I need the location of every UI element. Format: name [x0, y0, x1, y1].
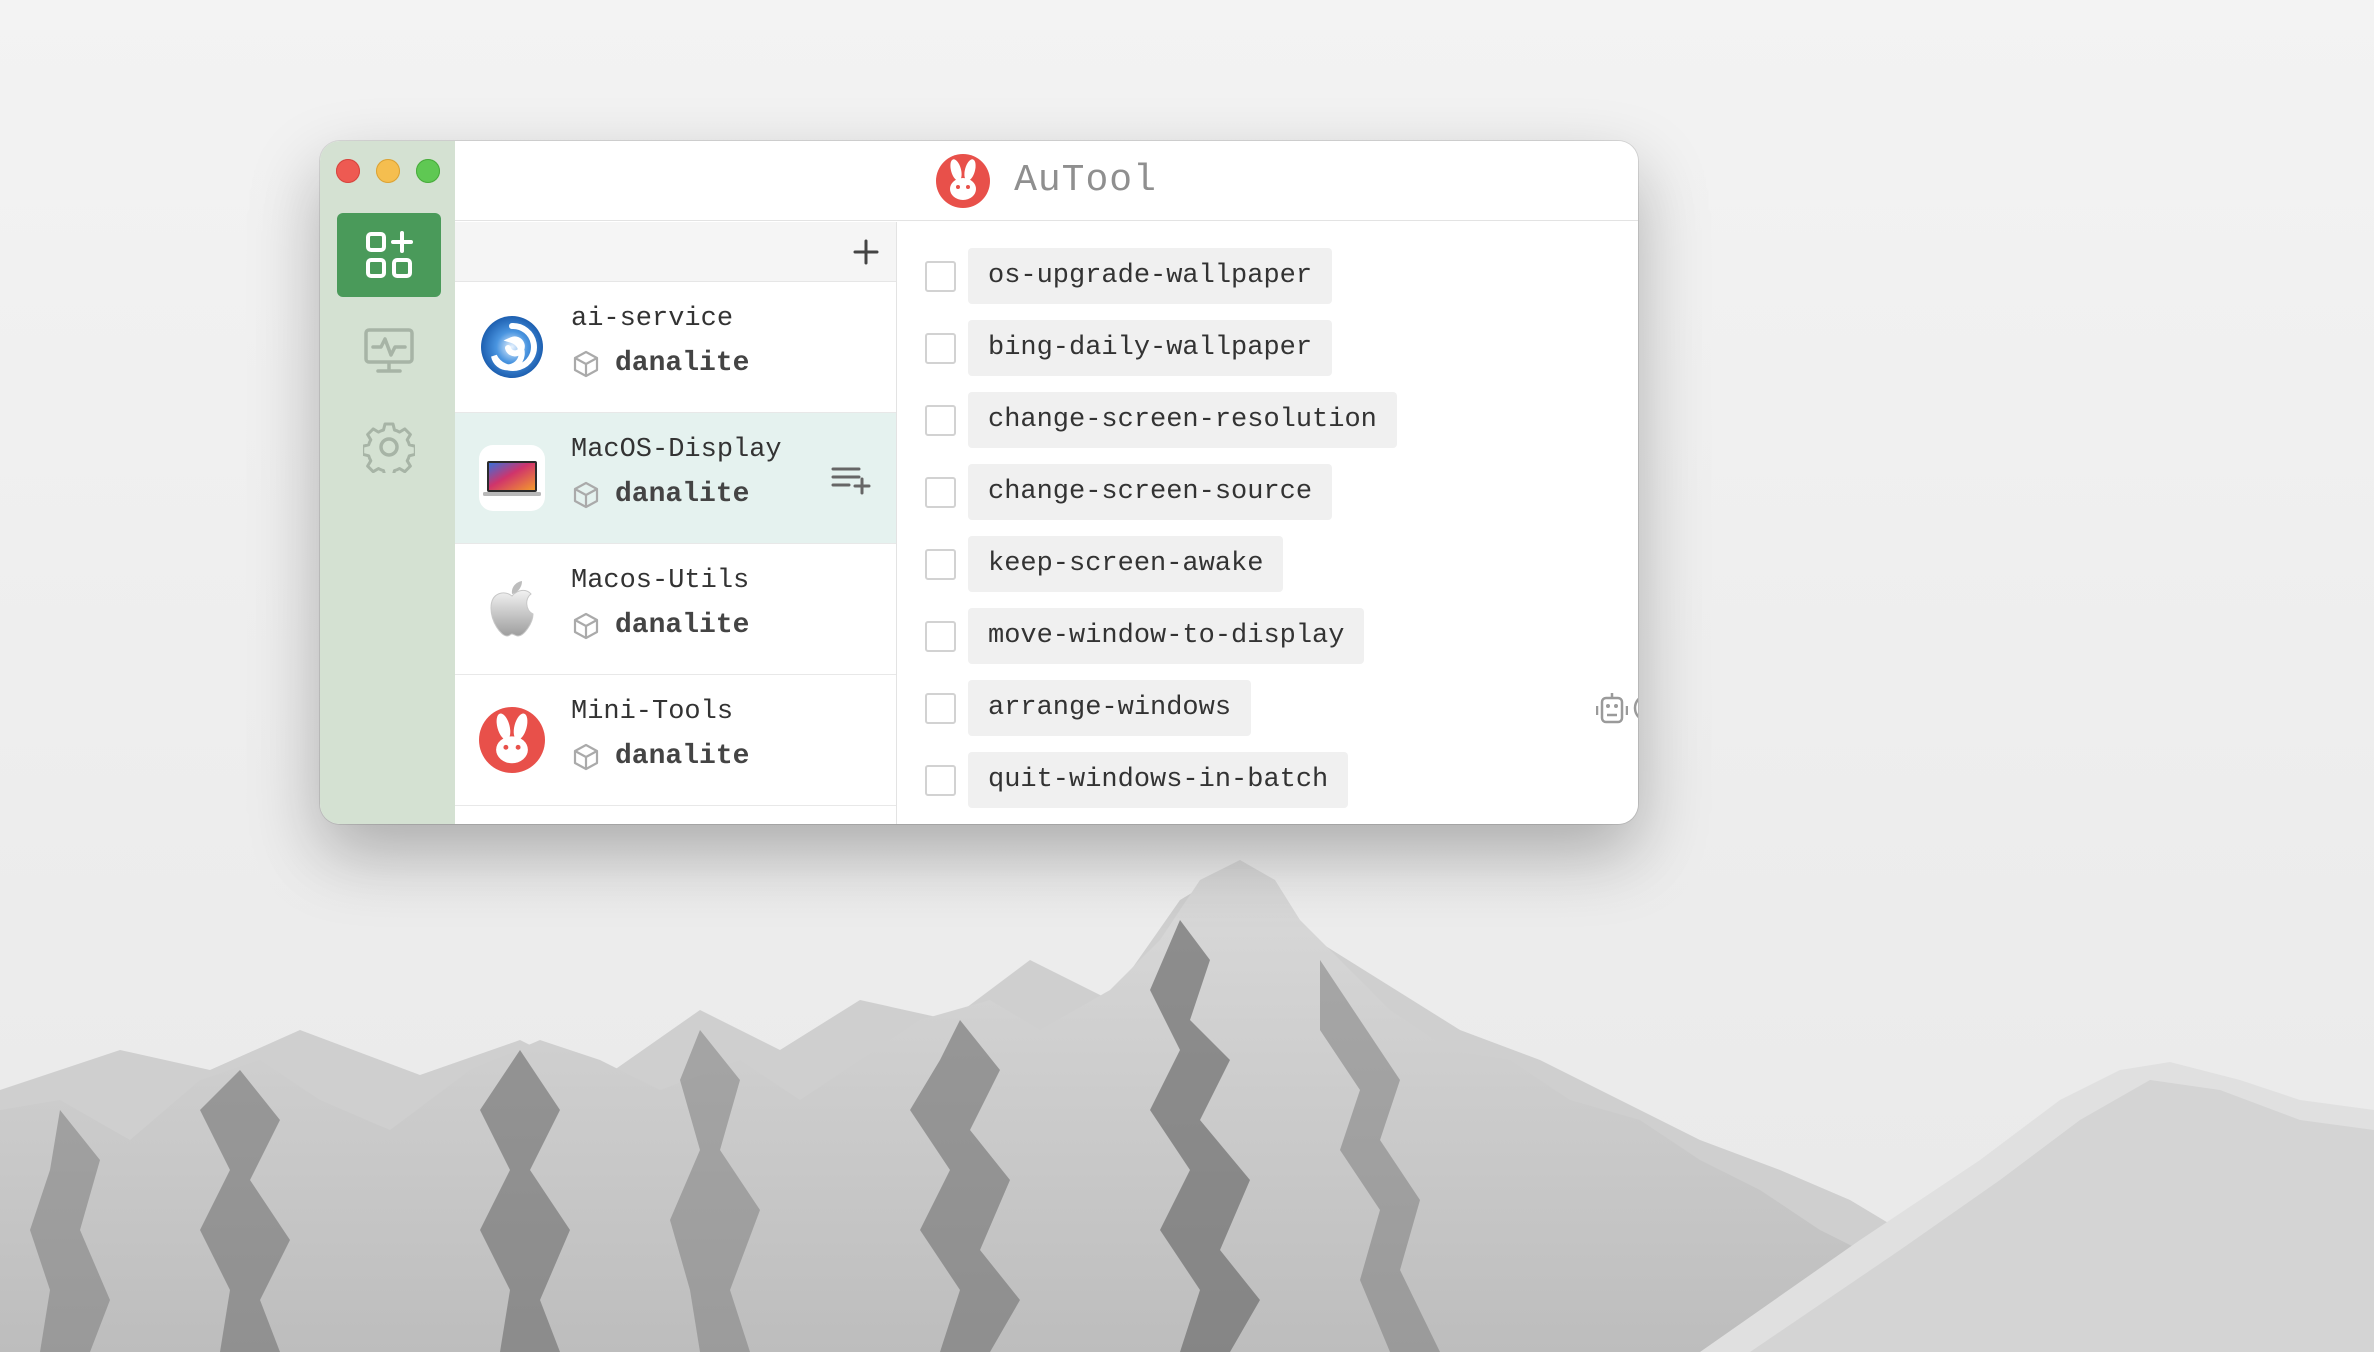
script-checkbox[interactable]: [925, 548, 956, 580]
script-name[interactable]: move-window-to-display: [968, 608, 1365, 664]
script-list: os-upgrade-wallpaper bing-daily-wallpape…: [898, 222, 1638, 824]
script-checkbox[interactable]: [925, 260, 956, 292]
project-owner-row: danalite: [571, 479, 749, 510]
project-owner: danalite: [615, 479, 750, 510]
package-icon: [573, 612, 599, 639]
project-item[interactable]: ai-service danalite: [455, 282, 896, 413]
project-owner-row: danalite: [571, 348, 749, 379]
apps-add-icon: [366, 231, 413, 278]
rabbit-logo-icon: [936, 153, 991, 208]
gear-icon: [363, 422, 415, 473]
script-checkbox[interactable]: [925, 764, 956, 796]
script-name[interactable]: change-screen-resolution: [968, 392, 1397, 448]
sidebar-item-monitor[interactable]: [337, 309, 441, 393]
swirl-logo-icon: [477, 312, 547, 382]
project-name: Macos-Utils: [571, 566, 750, 596]
project-name: ai-service: [571, 304, 734, 334]
package-icon: [573, 743, 599, 770]
plus-icon: [853, 239, 879, 265]
robot-icon: [1596, 693, 1628, 724]
project-toolbar: [455, 222, 896, 282]
minimize-button[interactable]: [376, 159, 400, 183]
sidebar: [320, 141, 455, 824]
macbook-icon: [477, 443, 547, 513]
zoom-button[interactable]: [416, 159, 440, 183]
script-name[interactable]: change-screen-source: [968, 464, 1333, 520]
project-item[interactable]: Macos-Utils danalite: [455, 544, 896, 675]
monitor-pulse-icon: [364, 328, 414, 373]
clock-icon: [1633, 697, 1638, 719]
project-owner-row: danalite: [571, 741, 749, 772]
script-name[interactable]: arrange-windows: [968, 680, 1252, 736]
sidebar-item-settings[interactable]: [337, 405, 441, 489]
add-to-queue-button[interactable]: [831, 465, 871, 500]
rabbit-logo-icon: [477, 705, 547, 775]
project-name: MacOS-Display: [571, 435, 782, 465]
script-name[interactable]: os-upgrade-wallpaper: [968, 248, 1333, 304]
script-name[interactable]: bing-daily-wallpaper: [968, 320, 1333, 376]
project-owner: danalite: [615, 741, 750, 772]
script-checkbox[interactable]: [925, 332, 956, 364]
app-title: AuTool: [1014, 159, 1157, 202]
app-window: AuTool ai-service danalite MacOS-Display…: [320, 141, 1638, 824]
project-item[interactable]: Mini-Tools danalite: [455, 675, 896, 806]
script-checkbox[interactable]: [925, 476, 956, 508]
script-tags: [1596, 691, 1638, 725]
package-icon: [573, 350, 599, 377]
script-checkbox[interactable]: [925, 404, 956, 436]
project-owner: danalite: [615, 348, 750, 379]
package-icon: [573, 481, 599, 508]
script-name[interactable]: quit-windows-in-batch: [968, 752, 1349, 808]
window-controls: [336, 159, 440, 183]
project-name: Mini-Tools: [571, 697, 734, 727]
project-item[interactable]: MacOS-Display danalite: [455, 413, 896, 544]
project-owner: danalite: [615, 610, 750, 641]
apple-logo-icon: [477, 574, 547, 644]
script-checkbox[interactable]: [925, 620, 956, 652]
project-owner-row: danalite: [571, 610, 749, 641]
script-checkbox[interactable]: [925, 692, 956, 724]
close-button[interactable]: [336, 159, 360, 183]
title-bar: AuTool: [455, 141, 1638, 221]
script-name[interactable]: keep-screen-awake: [968, 536, 1284, 592]
add-project-button[interactable]: [846, 232, 886, 272]
project-list: ai-service danalite MacOS-Display danali…: [455, 222, 897, 824]
playlist-add-icon: [831, 467, 871, 495]
sidebar-item-apps[interactable]: [337, 213, 441, 297]
